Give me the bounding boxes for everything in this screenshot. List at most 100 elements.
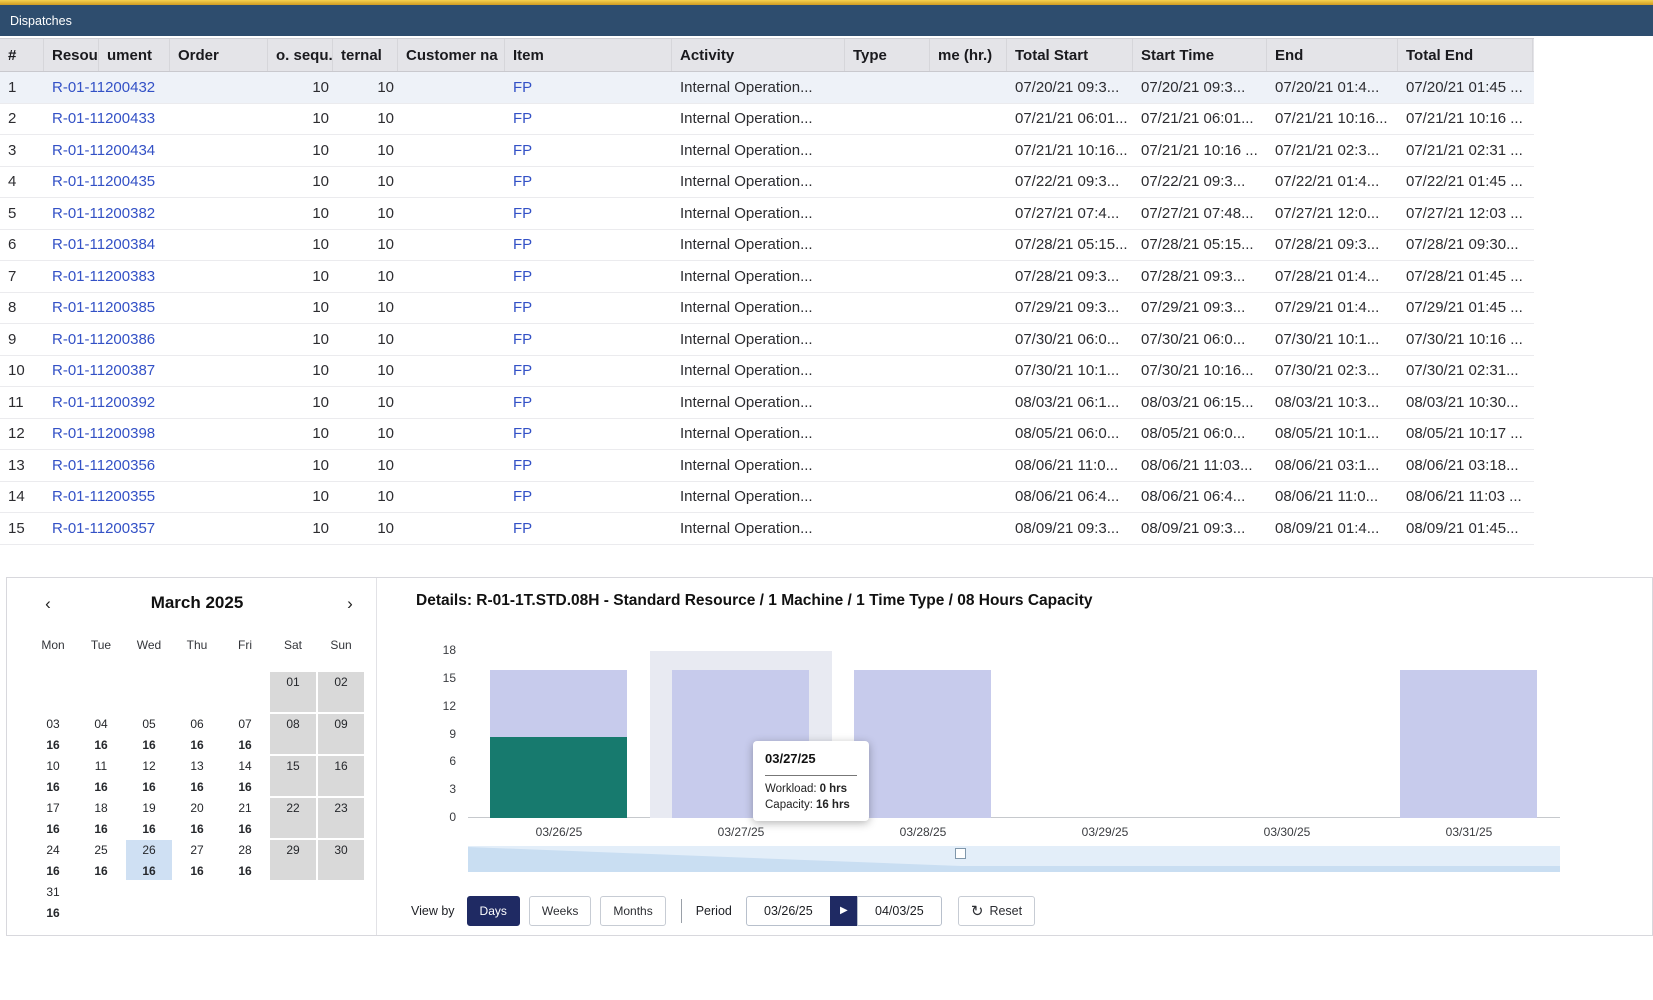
calendar-day[interactable]: 09 xyxy=(318,714,364,754)
calendar-day[interactable]: 1916 xyxy=(126,798,172,838)
resource-link[interactable]: R-01-11200382 xyxy=(52,205,155,222)
column-header-total-start[interactable]: Total Start xyxy=(1007,39,1133,71)
calendar-next-button[interactable]: › xyxy=(341,594,359,614)
resource-link[interactable]: R-01-11200357 xyxy=(52,520,155,537)
column-header-document[interactable]: ument xyxy=(99,39,170,71)
item-link[interactable]: FP xyxy=(513,488,532,505)
item-link[interactable]: FP xyxy=(513,331,532,348)
resource-link[interactable]: R-01-11200435 xyxy=(52,173,155,190)
item-link[interactable]: FP xyxy=(513,520,532,537)
table-row[interactable]: 13R-01-112003561010FPInternal Operation.… xyxy=(0,450,1534,482)
resource-link[interactable]: R-01-11200355 xyxy=(52,488,155,505)
calendar-day[interactable]: 16 xyxy=(318,756,364,796)
resource-link[interactable]: R-01-11200432 xyxy=(52,79,155,96)
table-row[interactable]: 4R-01-112004351010FPInternal Operation..… xyxy=(0,167,1534,199)
table-row[interactable]: 8R-01-112003851010FPInternal Operation..… xyxy=(0,293,1534,325)
column-header-op-sequence[interactable]: o. sequ. xyxy=(268,39,333,71)
chart-column[interactable]: 03/29/25 xyxy=(1014,651,1196,818)
chart-column[interactable]: 03/26/25 xyxy=(468,651,650,818)
table-row[interactable]: 12R-01-112003981010FPInternal Operation.… xyxy=(0,419,1534,451)
resource-link[interactable]: R-01-11200385 xyxy=(52,299,155,316)
item-link[interactable]: FP xyxy=(513,205,532,222)
table-row[interactable]: 7R-01-112003831010FPInternal Operation..… xyxy=(0,261,1534,293)
calendar-day[interactable]: 29 xyxy=(270,840,316,880)
table-row[interactable]: 15R-01-112003571010FPInternal Operation.… xyxy=(0,513,1534,545)
column-header-time-hr[interactable]: me (hr.) xyxy=(930,39,1007,71)
table-row[interactable]: 5R-01-112003821010FPInternal Operation..… xyxy=(0,198,1534,230)
item-link[interactable]: FP xyxy=(513,236,532,253)
reset-button[interactable]: ↻ Reset xyxy=(958,896,1035,926)
calendar-day[interactable]: 1116 xyxy=(78,756,124,796)
item-link[interactable]: FP xyxy=(513,268,532,285)
period-start-input[interactable]: 03/26/25 xyxy=(746,896,831,926)
column-header-number[interactable]: # xyxy=(0,39,44,71)
table-row[interactable]: 11R-01-112003921010FPInternal Operation.… xyxy=(0,387,1534,419)
calendar-day[interactable]: 2816 xyxy=(222,840,268,880)
calendar-day[interactable]: 08 xyxy=(270,714,316,754)
column-header-order[interactable]: Order xyxy=(170,39,268,71)
resource-link[interactable]: R-01-11200398 xyxy=(52,425,155,442)
item-link[interactable]: FP xyxy=(513,425,532,442)
column-header-activity[interactable]: Activity xyxy=(672,39,845,71)
resource-link[interactable]: R-01-11200384 xyxy=(52,236,155,253)
chart-column[interactable]: 03/30/25 xyxy=(1196,651,1378,818)
calendar-day[interactable]: 2016 xyxy=(174,798,220,838)
item-link[interactable]: FP xyxy=(513,79,532,96)
calendar-day[interactable]: 2716 xyxy=(174,840,220,880)
calendar-day[interactable]: 0616 xyxy=(174,714,220,754)
calendar-day[interactable]: 2416 xyxy=(30,840,76,880)
range-handle[interactable] xyxy=(955,848,966,859)
calendar-day[interactable]: 1316 xyxy=(174,756,220,796)
chart-range-scrollbar[interactable] xyxy=(468,846,1560,872)
table-row[interactable]: 6R-01-112003841010FPInternal Operation..… xyxy=(0,230,1534,262)
calendar-day[interactable]: 2616 xyxy=(126,840,172,880)
calendar-day[interactable]: 0316 xyxy=(30,714,76,754)
table-row[interactable]: 10R-01-112003871010FPInternal Operation.… xyxy=(0,356,1534,388)
calendar-day[interactable]: 2516 xyxy=(78,840,124,880)
period-advance-button[interactable]: ▶ xyxy=(830,896,858,926)
table-row[interactable]: 14R-01-112003551010FPInternal Operation.… xyxy=(0,482,1534,514)
item-link[interactable]: FP xyxy=(513,142,532,159)
item-link[interactable]: FP xyxy=(513,110,532,127)
column-header-end[interactable]: End xyxy=(1267,39,1398,71)
calendar-day[interactable]: 1416 xyxy=(222,756,268,796)
calendar-day[interactable]: 0516 xyxy=(126,714,172,754)
column-header-customer-name[interactable]: Customer na xyxy=(398,39,505,71)
calendar-day[interactable]: 01 xyxy=(270,672,316,712)
table-row[interactable]: 2R-01-112004331010FPInternal Operation..… xyxy=(0,104,1534,136)
calendar-day[interactable]: 3116 xyxy=(30,882,76,922)
resource-link[interactable]: R-01-11200434 xyxy=(52,142,155,159)
item-link[interactable]: FP xyxy=(513,457,532,474)
item-link[interactable]: FP xyxy=(513,173,532,190)
resource-link[interactable]: R-01-11200386 xyxy=(52,331,155,348)
resource-link[interactable]: R-01-11200356 xyxy=(52,457,155,474)
calendar-day[interactable]: 1016 xyxy=(30,756,76,796)
calendar-day[interactable]: 02 xyxy=(318,672,364,712)
column-header-internal[interactable]: ternal xyxy=(333,39,398,71)
column-header-type[interactable]: Type xyxy=(845,39,930,71)
table-row[interactable]: 9R-01-112003861010FPInternal Operation..… xyxy=(0,324,1534,356)
calendar-day[interactable]: 0416 xyxy=(78,714,124,754)
item-link[interactable]: FP xyxy=(513,362,532,379)
calendar-day[interactable]: 23 xyxy=(318,798,364,838)
calendar-day[interactable]: 1816 xyxy=(78,798,124,838)
calendar-day[interactable]: 30 xyxy=(318,840,364,880)
resource-link[interactable]: R-01-11200392 xyxy=(52,394,155,411)
column-header-resource[interactable]: Resour xyxy=(44,39,99,71)
item-link[interactable]: FP xyxy=(513,394,532,411)
view-by-days-button[interactable]: Days xyxy=(467,896,520,926)
column-header-item[interactable]: Item xyxy=(505,39,672,71)
column-header-total-end[interactable]: Total End xyxy=(1398,39,1533,71)
calendar-day[interactable]: 1716 xyxy=(30,798,76,838)
chart-column[interactable]: 03/31/25 xyxy=(1378,651,1560,818)
calendar-day[interactable]: 2116 xyxy=(222,798,268,838)
calendar-day[interactable]: 15 xyxy=(270,756,316,796)
calendar-day[interactable]: 22 xyxy=(270,798,316,838)
resource-link[interactable]: R-01-11200387 xyxy=(52,362,155,379)
resource-link[interactable]: R-01-11200383 xyxy=(52,268,155,285)
period-end-input[interactable]: 04/03/25 xyxy=(857,896,942,926)
calendar-day[interactable]: 1216 xyxy=(126,756,172,796)
table-row[interactable]: 3R-01-112004341010FPInternal Operation..… xyxy=(0,135,1534,167)
item-link[interactable]: FP xyxy=(513,299,532,316)
view-by-weeks-button[interactable]: Weeks xyxy=(529,896,591,926)
